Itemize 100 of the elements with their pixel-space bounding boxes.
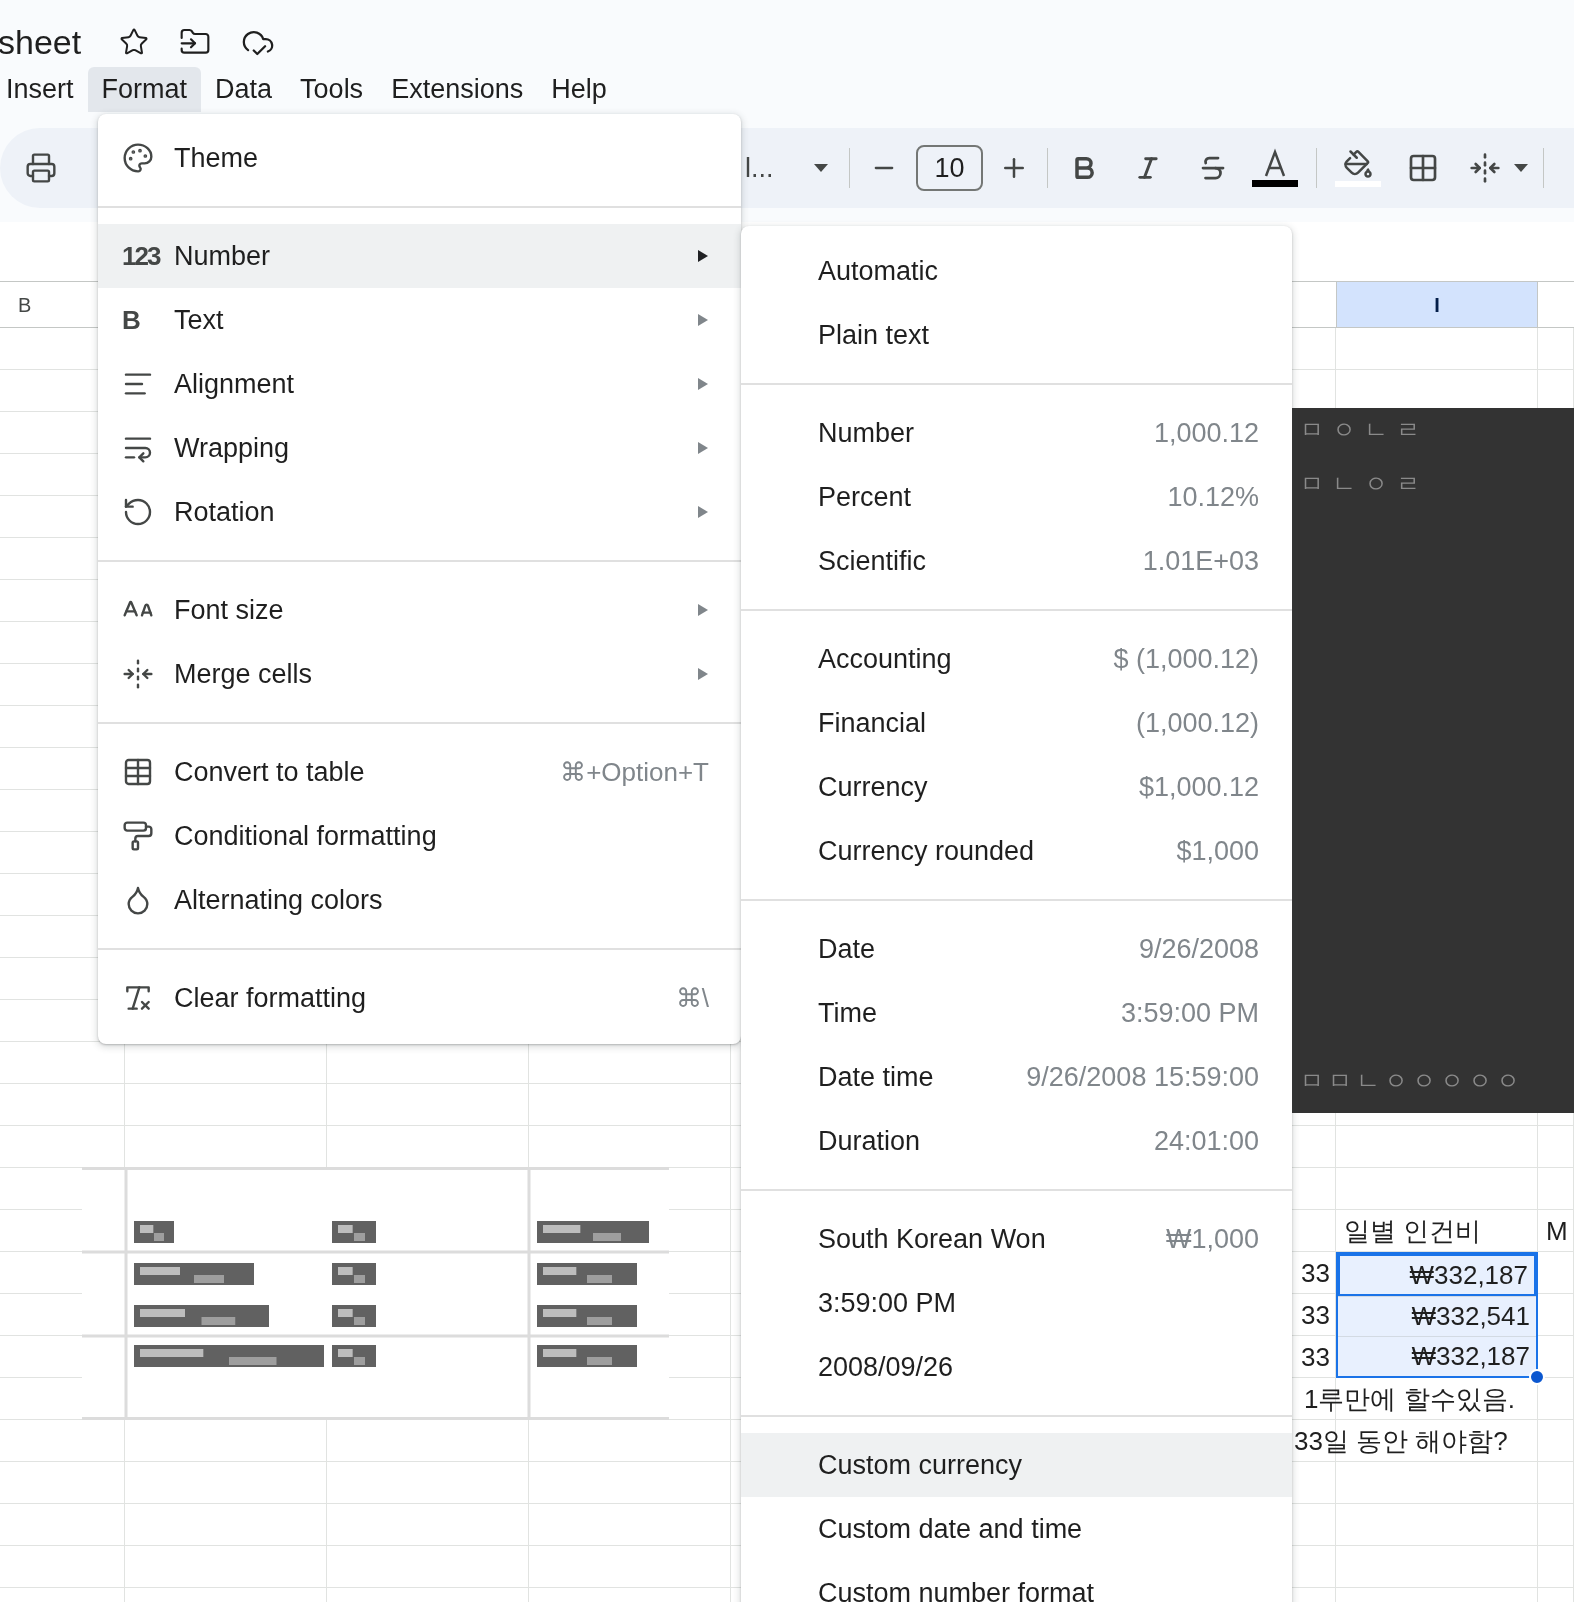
- menu-option[interactable]: 3:59:00 PM: [741, 1271, 1292, 1335]
- text-color-icon[interactable]: [1252, 148, 1298, 188]
- fill-color-icon[interactable]: [1335, 149, 1381, 187]
- format-example: 24:01:00: [1153, 1124, 1259, 1158]
- menu-option[interactable]: Alternating colors: [98, 868, 741, 932]
- menu-option-label: Number: [174, 239, 271, 273]
- currency-cell[interactable]: ₩332,187: [1338, 1336, 1536, 1376]
- rotate-icon: [122, 496, 154, 528]
- paint-roller-icon: [122, 820, 154, 852]
- menu-option[interactable]: Duration 24:01:00: [741, 1109, 1292, 1173]
- format-example: 9/26/2008: [1138, 932, 1259, 966]
- menu-icon-text: 123: [122, 239, 160, 273]
- font-size-field[interactable]: 10: [916, 145, 983, 191]
- merge-icon: [122, 658, 154, 690]
- cell-text: 33: [1301, 1340, 1331, 1374]
- borders-icon[interactable]: [1407, 152, 1439, 184]
- menu-option-label: Custom number format: [818, 1576, 1095, 1602]
- menu-option[interactable]: Rotation: [98, 480, 741, 544]
- format-example: (1,000.12): [1135, 706, 1259, 740]
- fill-handle[interactable]: [1529, 1369, 1545, 1385]
- menu-option[interactable]: Wrapping: [98, 416, 741, 480]
- menu-option-label: Duration: [818, 1124, 921, 1158]
- menu-option[interactable]: Theme: [98, 126, 741, 190]
- menu-option[interactable]: Date time 9/26/2008 15:59:00: [741, 1045, 1292, 1109]
- column-header[interactable]: B: [18, 289, 32, 320]
- menu-option-label: Wrapping: [174, 431, 290, 465]
- menu-option[interactable]: Scientific 1.01E+03: [741, 529, 1292, 593]
- menu-item[interactable]: Help: [537, 67, 621, 112]
- menu-option[interactable]: Currency rounded $1,000: [741, 819, 1292, 883]
- menu-option-label: Currency rounded: [818, 834, 1035, 868]
- format-example: 1,000.12: [1153, 416, 1259, 450]
- menu-item[interactable]: Format: [87, 67, 202, 112]
- cell-text: 33일 동안 해야함?: [1294, 1424, 1509, 1458]
- column-header[interactable]: I: [1336, 282, 1538, 327]
- menu-option[interactable]: Merge cells: [98, 642, 741, 706]
- menu-option-label: Automatic: [818, 254, 939, 288]
- menu-option[interactable]: B Text: [98, 288, 741, 352]
- menu-option-label: Conditional formatting: [174, 819, 437, 853]
- menu-option-label: Number: [818, 416, 915, 450]
- menu-option-label: Alternating colors: [174, 883, 383, 917]
- menu-item[interactable]: Insert: [0, 67, 88, 112]
- menu-option-label: Accounting: [818, 642, 952, 676]
- cell-text: 1루만에 할수있음.: [1304, 1382, 1516, 1416]
- menu-option-label: Custom currency: [818, 1448, 1023, 1482]
- menu-option[interactable]: South Korean Won ₩1,000: [741, 1207, 1292, 1271]
- menu-option[interactable]: Automatic: [741, 239, 1292, 303]
- menu-option[interactable]: Accounting $ (1,000.12): [741, 627, 1292, 691]
- font-name-dropdown[interactable]: l...: [745, 147, 785, 189]
- menu-option[interactable]: Custom currency: [741, 1433, 1292, 1497]
- menu-option-label: Font size: [174, 593, 284, 627]
- cell-text: 33: [1301, 1256, 1331, 1290]
- menu-option[interactable]: Alignment: [98, 352, 741, 416]
- menu-option[interactable]: Date 9/26/2008: [741, 917, 1292, 981]
- print-icon[interactable]: [25, 152, 57, 184]
- shortcut-text: ⌘\: [675, 981, 709, 1015]
- format-example: 10.12%: [1167, 480, 1259, 514]
- format-example: $1,000: [1176, 834, 1259, 868]
- menu-item[interactable]: Tools: [286, 67, 378, 112]
- menu-option-label: Theme: [174, 141, 259, 175]
- cell-text: 33: [1301, 1298, 1331, 1332]
- menu-option-label: Date: [818, 932, 876, 966]
- menu-option[interactable]: Percent 10.12%: [741, 465, 1292, 529]
- menu-item[interactable]: Data: [201, 67, 287, 112]
- panel-text: ㅁㄴㅇㄹ: [1300, 469, 1429, 499]
- menu-option[interactable]: Number 1,000.12: [741, 401, 1292, 465]
- currency-cell[interactable]: ₩332,541: [1338, 1296, 1536, 1336]
- menu-option[interactable]: 2008/09/26: [741, 1335, 1292, 1399]
- menu-item[interactable]: Extensions: [377, 67, 538, 112]
- table-icon: [122, 756, 154, 788]
- menu-icon-text: B: [122, 303, 139, 337]
- menu-option-label: Currency: [818, 770, 928, 804]
- format-example: 3:59:00 PM: [1120, 996, 1259, 1030]
- menu-option[interactable]: Custom number format: [741, 1561, 1292, 1602]
- menu-option[interactable]: Convert to table ⌘+Option+T: [98, 740, 741, 804]
- merge-icon[interactable]: [1469, 152, 1501, 184]
- cell-text: M: [1545, 1214, 1569, 1248]
- menu-option-label: Convert to table: [174, 755, 365, 789]
- panel-text: ㅁㅁㄴㅇㅇㅇㅇㅇ: [1300, 1066, 1525, 1096]
- menu-option-label: Text: [174, 303, 224, 337]
- menu-option-label: Date time: [818, 1060, 934, 1094]
- menu-option[interactable]: Font size: [98, 578, 741, 642]
- caret-icon: [1513, 163, 1529, 173]
- format-example: 9/26/2008 15:59:00: [1026, 1060, 1259, 1094]
- menu-option[interactable]: Clear formatting ⌘\: [98, 966, 741, 1030]
- menu-option-label: Plain text: [818, 318, 930, 352]
- menu-option[interactable]: Time 3:59:00 PM: [741, 981, 1292, 1045]
- star-icon[interactable]: [119, 26, 150, 57]
- menu-option-label: South Korean Won: [818, 1222, 1046, 1256]
- menu-option[interactable]: 123 Number: [98, 224, 741, 288]
- menu-option[interactable]: Currency $1,000.12: [741, 755, 1292, 819]
- menu-option-label: Financial: [818, 706, 927, 740]
- format-example: $ (1,000.12): [1113, 642, 1259, 676]
- menu-option[interactable]: Custom date and time: [741, 1497, 1292, 1561]
- caret-icon: [813, 163, 829, 173]
- menu-option[interactable]: Conditional formatting: [98, 804, 741, 868]
- menu-option-label: Scientific: [818, 544, 927, 578]
- menu-option[interactable]: Financial (1,000.12): [741, 691, 1292, 755]
- menu-option[interactable]: Plain text: [741, 303, 1292, 367]
- palette-icon: [122, 142, 154, 174]
- currency-cell[interactable]: ₩332,187: [1338, 1254, 1536, 1296]
